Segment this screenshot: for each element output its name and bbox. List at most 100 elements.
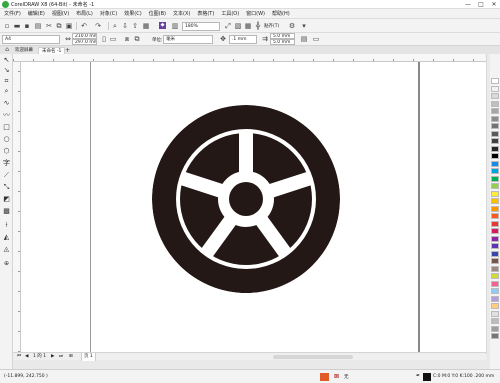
redo-icon[interactable]: ↷: [94, 22, 102, 30]
landscape-icon[interactable]: ▭: [109, 35, 117, 43]
palette-swatch[interactable]: [491, 205, 499, 212]
corel-connect-icon[interactable]: ◆: [159, 22, 166, 29]
import-icon[interactable]: ⇩: [121, 22, 129, 30]
drawing-canvas[interactable]: [21, 62, 486, 352]
parallel-dimension-icon[interactable]: ⟋: [2, 171, 11, 180]
close-button[interactable]: ✕: [488, 0, 500, 9]
copy-icon[interactable]: ⧉: [55, 22, 63, 30]
last-page-icon[interactable]: ⏭: [59, 353, 63, 361]
menu-edit[interactable]: 编辑(E): [28, 10, 45, 17]
next-page-icon[interactable]: ▶: [51, 353, 54, 361]
palette-swatch[interactable]: [491, 295, 499, 302]
palette-swatch[interactable]: [491, 265, 499, 272]
pick-tool-icon[interactable]: ↖: [2, 56, 11, 65]
palette-swatch[interactable]: [491, 175, 499, 182]
drop-shadow-icon[interactable]: ◩: [2, 195, 11, 204]
horizontal-ruler[interactable]: [13, 54, 488, 62]
palette-swatch[interactable]: [491, 130, 499, 137]
palette-swatch[interactable]: [491, 138, 499, 144]
smart-fill-icon[interactable]: ◬: [2, 245, 11, 254]
menu-file[interactable]: 文件(F): [4, 10, 21, 17]
palette-swatch[interactable]: [491, 153, 499, 159]
portrait-icon[interactable]: ▯: [100, 35, 108, 43]
palette-swatch[interactable]: [491, 145, 499, 152]
palette-swatch[interactable]: [491, 228, 499, 234]
save-icon[interactable]: ▪: [23, 22, 31, 30]
palette-swatch[interactable]: [491, 273, 499, 279]
page-tab[interactable]: 页 1: [81, 353, 96, 361]
palette-swatch[interactable]: [491, 213, 499, 219]
full-screen-icon[interactable]: ⤢: [224, 22, 232, 30]
add-page-icon[interactable]: ⊞: [69, 353, 73, 361]
palette-swatch[interactable]: [491, 220, 499, 227]
vertical-ruler[interactable]: [13, 62, 21, 352]
minimize-button[interactable]: —: [462, 0, 474, 9]
palette-swatch[interactable]: [491, 93, 499, 99]
eyedropper-icon[interactable]: ⟊: [2, 221, 11, 230]
publish-pdf-icon[interactable]: ▦: [142, 22, 150, 30]
palette-swatch[interactable]: [491, 115, 499, 122]
zoom-level-dropdown[interactable]: 180%: [182, 22, 220, 31]
palette-swatch[interactable]: [491, 243, 499, 249]
print-icon[interactable]: ▤: [34, 22, 42, 30]
palette-swatch[interactable]: [491, 303, 499, 309]
settings-icon[interactable]: ⚙: [288, 22, 296, 30]
menu-help[interactable]: 帮助(H): [272, 10, 290, 17]
home-icon[interactable]: ⌂: [3, 46, 11, 54]
add-tool-icon[interactable]: ⊕: [2, 259, 11, 268]
wheel-artwork[interactable]: [152, 105, 340, 293]
rulers-icon[interactable]: ▧: [234, 22, 242, 30]
menu-text[interactable]: 文本(X): [173, 10, 190, 17]
artistic-media-icon[interactable]: 〰: [2, 111, 11, 120]
palette-swatch[interactable]: [491, 108, 499, 114]
menu-object[interactable]: 对象(C): [100, 10, 117, 17]
grid-icon[interactable]: ▦: [244, 22, 252, 30]
options-icon[interactable]: ▤: [300, 35, 308, 43]
connector-tool-icon[interactable]: ⤡: [2, 183, 11, 192]
open-folder-icon[interactable]: ▬: [13, 22, 21, 30]
first-page-icon[interactable]: ⏮: [17, 353, 21, 361]
horizontal-scrollbar[interactable]: [273, 355, 353, 359]
palette-swatch[interactable]: [491, 183, 499, 189]
new-document-icon[interactable]: ▫: [3, 22, 11, 30]
interactive-fill-icon[interactable]: ◭: [2, 233, 11, 242]
polygon-tool-icon[interactable]: ⬡: [2, 147, 11, 156]
page-size-dropdown[interactable]: A4: [2, 35, 60, 44]
menu-tools[interactable]: 工具(O): [221, 10, 239, 17]
palette-swatch[interactable]: [491, 250, 499, 257]
all-pages-icon[interactable]: ⧈: [123, 35, 131, 43]
shape-tool-icon[interactable]: ↘: [2, 66, 11, 75]
palette-swatch[interactable]: [491, 258, 499, 264]
application-launcher-icon[interactable]: ▥: [171, 22, 179, 30]
paste-icon[interactable]: ▣: [65, 22, 73, 30]
menu-layout[interactable]: 布局(L): [76, 10, 93, 17]
previous-page-icon[interactable]: ◀: [25, 353, 28, 361]
menu-table[interactable]: 表格(T): [197, 10, 214, 17]
palette-swatch[interactable]: [491, 310, 499, 317]
text-tool-icon[interactable]: 字: [2, 159, 11, 168]
rectangle-tool-icon[interactable]: □: [2, 123, 11, 132]
add-tab-icon[interactable]: +: [65, 47, 70, 54]
transparency-icon[interactable]: ▩: [2, 207, 11, 216]
palette-swatch[interactable]: [491, 333, 499, 339]
zoom-tool-icon[interactable]: ⌕: [2, 87, 11, 96]
menu-effects[interactable]: 效果(C): [124, 10, 141, 17]
crop-tool-icon[interactable]: ⌗: [2, 77, 11, 86]
ellipse-tool-icon[interactable]: ○: [2, 135, 11, 144]
palette-swatch[interactable]: [491, 190, 499, 197]
palette-swatch[interactable]: [491, 235, 499, 242]
palette-swatch[interactable]: [491, 318, 499, 324]
nudge-distance-field[interactable]: .1 mm: [229, 35, 257, 44]
options-icon[interactable]: ▾: [300, 22, 308, 30]
search-content-icon[interactable]: ⌕: [111, 22, 119, 30]
palette-swatch[interactable]: [491, 198, 499, 204]
palette-swatch[interactable]: [491, 325, 499, 332]
palette-swatch[interactable]: [491, 288, 499, 294]
menu-view[interactable]: 视图(V): [52, 10, 69, 17]
palette-swatch[interactable]: [491, 100, 499, 107]
palette-swatch[interactable]: [491, 168, 499, 174]
units-dropdown[interactable]: 毫米: [163, 35, 213, 44]
palette-swatch[interactable]: [491, 123, 499, 129]
display-icon[interactable]: ▭: [312, 35, 320, 43]
guidelines-icon[interactable]: ╬: [254, 22, 262, 30]
